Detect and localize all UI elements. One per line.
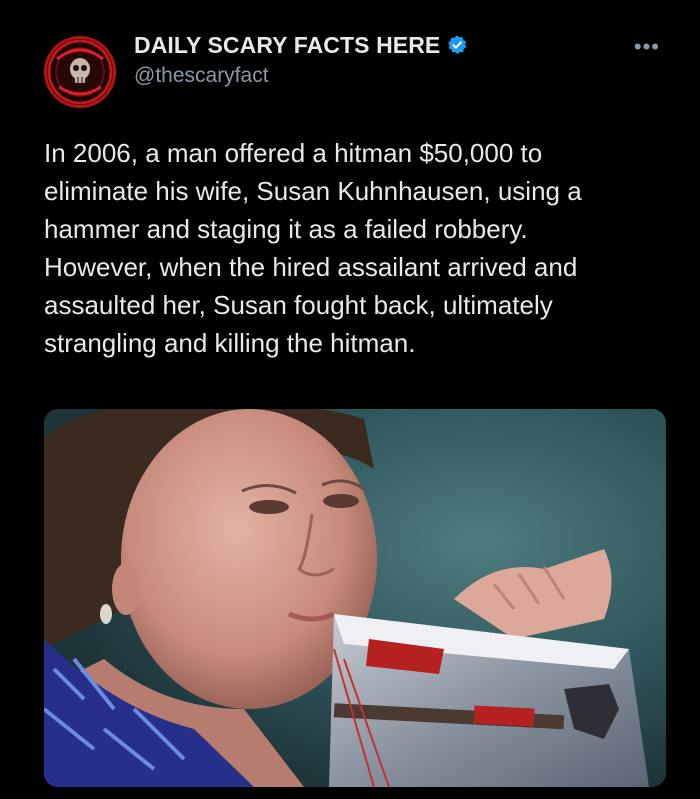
name-row: DAILY SCARY FACTS HERE [134, 30, 468, 60]
photo-woman-holding-evidence-bag [44, 409, 666, 787]
avatar[interactable] [44, 36, 116, 108]
author-handle[interactable]: @thescaryfact [134, 64, 468, 88]
author-block: DAILY SCARY FACTS HERE @thescaryfact [134, 30, 468, 88]
verified-badge-icon [448, 35, 467, 55]
display-name[interactable]: DAILY SCARY FACTS HERE [134, 32, 440, 59]
tweet-text: In 2006, a man offered a hitman $50,000 … [44, 138, 582, 358]
more-options-button[interactable]: ••• [634, 34, 660, 60]
skull-emblem-icon [47, 39, 113, 105]
tweet-photo[interactable] [44, 409, 666, 787]
tweet-card: DAILY SCARY FACTS HERE @thescaryfact •••… [0, 0, 700, 799]
